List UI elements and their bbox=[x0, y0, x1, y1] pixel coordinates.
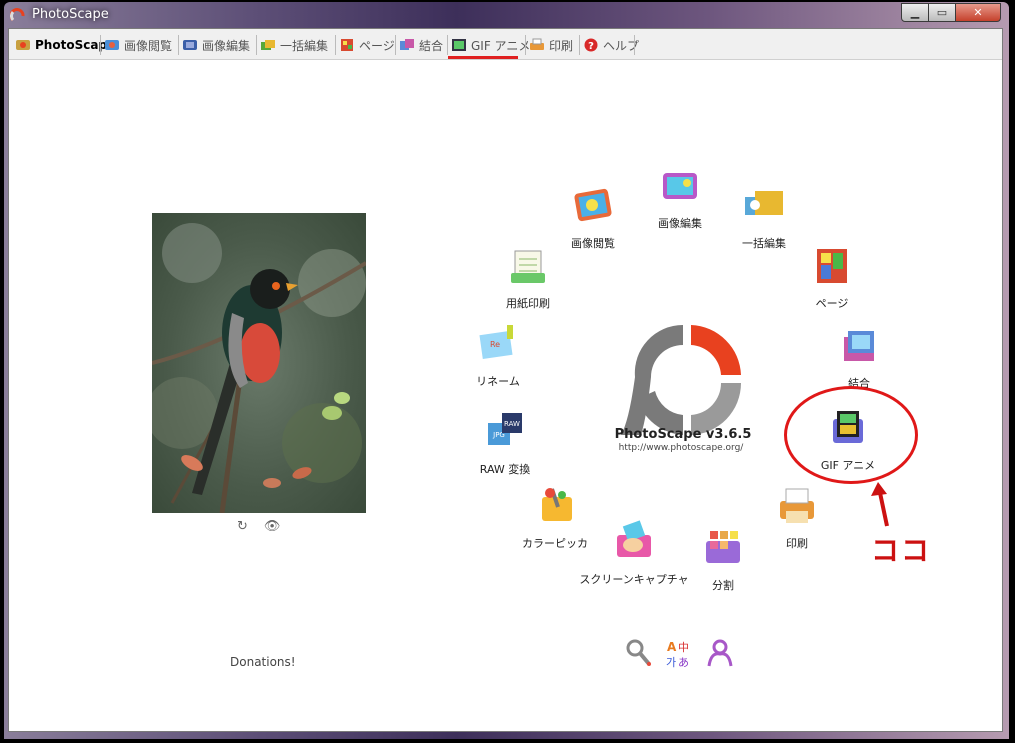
tab-divider bbox=[395, 35, 396, 55]
photo-tools: ↻ 👁 bbox=[237, 519, 280, 534]
page-icon bbox=[341, 39, 353, 51]
tab-label: ページ bbox=[359, 38, 395, 53]
view-icon[interactable]: 👁 bbox=[264, 519, 281, 534]
tab-label: 一括編集 bbox=[280, 38, 329, 53]
photoscape-logo-icon bbox=[10, 8, 25, 22]
paper-print-icon bbox=[511, 250, 545, 283]
svg-text:RAW: RAW bbox=[504, 420, 520, 428]
splitter-icon bbox=[706, 531, 740, 563]
svg-text:가: 가 bbox=[666, 656, 676, 668]
batch-icon bbox=[745, 191, 783, 215]
launcher-paper-print[interactable]: 用紙印刷 bbox=[473, 243, 583, 311]
launcher-batch[interactable]: 一括編集 bbox=[709, 183, 819, 251]
website-link[interactable]: http://www.photoscape.org/ bbox=[601, 443, 761, 453]
launcher-label: ページ bbox=[815, 297, 849, 310]
gif-icon bbox=[452, 39, 466, 51]
launcher-combine[interactable]: 結合 bbox=[804, 323, 914, 391]
photoscape-icon bbox=[16, 40, 30, 50]
print-icon bbox=[780, 488, 814, 523]
client-area: PhotoScape 画像閲覧 画像編集 一括編集 ページ 結合 GIF アニメ… bbox=[8, 28, 1003, 732]
rotate-icon[interactable]: ↻ bbox=[237, 519, 248, 534]
tab-divider bbox=[634, 35, 635, 55]
rename-icon: Re bbox=[479, 325, 513, 359]
tab-divider bbox=[447, 35, 448, 55]
title-bar[interactable]: PhotoScape ▁ ▭ ✕ bbox=[4, 2, 1009, 28]
editor-icon bbox=[663, 173, 697, 199]
svg-text:?: ? bbox=[588, 41, 594, 52]
combine-icon bbox=[844, 331, 874, 361]
donations-link[interactable]: Donations! bbox=[230, 655, 296, 669]
tab-label: 画像編集 bbox=[202, 38, 251, 53]
gif-tab-red-underline bbox=[448, 56, 518, 59]
launcher-label: リネーム bbox=[476, 375, 520, 388]
app-window: PhotoScape ▁ ▭ ✕ PhotoScape 画像閲覧 画像編集 一括… bbox=[4, 2, 1009, 739]
tab-combine[interactable]: 結合 bbox=[399, 35, 443, 55]
tab-divider bbox=[256, 35, 257, 55]
tab-editor[interactable]: 画像編集 bbox=[182, 35, 250, 55]
svg-text:あ: あ bbox=[678, 656, 689, 668]
batch-icon bbox=[261, 40, 275, 50]
koko-annotation: ココ bbox=[871, 534, 932, 567]
tab-label: 画像閲覧 bbox=[124, 38, 173, 53]
user-profile-icon[interactable] bbox=[706, 638, 734, 668]
tab-help[interactable]: ? ヘルプ bbox=[583, 35, 639, 55]
tab-label: GIF アニメ bbox=[471, 38, 531, 53]
window-title: PhotoScape bbox=[32, 7, 109, 22]
close-button[interactable]: ✕ bbox=[955, 3, 1001, 22]
version-label: PhotoScape v3.6.5 bbox=[614, 427, 752, 442]
launcher-rename[interactable]: Re リネーム bbox=[443, 321, 553, 389]
settings-wrench-icon[interactable] bbox=[625, 638, 653, 668]
screen-capture-icon bbox=[617, 520, 651, 557]
tab-divider bbox=[335, 35, 336, 55]
color-picker-icon bbox=[542, 488, 572, 521]
tab-label: 印刷 bbox=[549, 38, 574, 53]
svg-text:中: 中 bbox=[678, 641, 689, 654]
photoscape-logo bbox=[621, 324, 741, 435]
launcher-label: カラーピッカ bbox=[522, 537, 588, 550]
tab-divider bbox=[525, 35, 526, 55]
launcher-label: スクリーンキャプチャ bbox=[579, 573, 689, 586]
tab-divider bbox=[100, 35, 101, 55]
tab-divider bbox=[178, 35, 179, 55]
maximize-button[interactable]: ▭ bbox=[928, 3, 956, 22]
raw-converter-icon: JPGRAW bbox=[488, 413, 522, 445]
combine-icon bbox=[400, 39, 414, 50]
tab-page[interactable]: ページ bbox=[339, 35, 395, 55]
launcher-raw[interactable]: JPG RAW RAW 変換 bbox=[450, 409, 560, 477]
launcher-label: 用紙印刷 bbox=[506, 297, 550, 310]
launcher-color-picker[interactable]: カラーピッカ bbox=[500, 483, 610, 551]
svg-text:A: A bbox=[667, 640, 677, 654]
tab-label: 結合 bbox=[419, 38, 444, 53]
editor-icon bbox=[183, 40, 197, 50]
viewer-icon bbox=[105, 40, 119, 50]
launcher-page[interactable]: ページ bbox=[777, 243, 887, 311]
language-icon[interactable]: A 中 가 あ bbox=[665, 638, 693, 668]
help-icon: ? bbox=[584, 38, 598, 52]
viewer-icon bbox=[574, 188, 612, 222]
launcher-label: RAW 変換 bbox=[479, 463, 531, 476]
bird-photo bbox=[152, 213, 366, 513]
page-icon bbox=[817, 249, 847, 283]
tab-viewer[interactable]: 画像閲覧 bbox=[104, 35, 172, 55]
print-icon bbox=[530, 38, 544, 50]
gif-highlight-circle bbox=[784, 386, 918, 484]
tab-print[interactable]: 印刷 bbox=[529, 35, 573, 55]
tab-divider bbox=[579, 35, 580, 55]
svg-text:Re: Re bbox=[490, 340, 500, 349]
tab-gif[interactable]: GIF アニメ bbox=[451, 35, 530, 55]
tab-batch[interactable]: 一括編集 bbox=[260, 35, 328, 55]
minimize-button[interactable]: ▁ bbox=[901, 3, 929, 22]
